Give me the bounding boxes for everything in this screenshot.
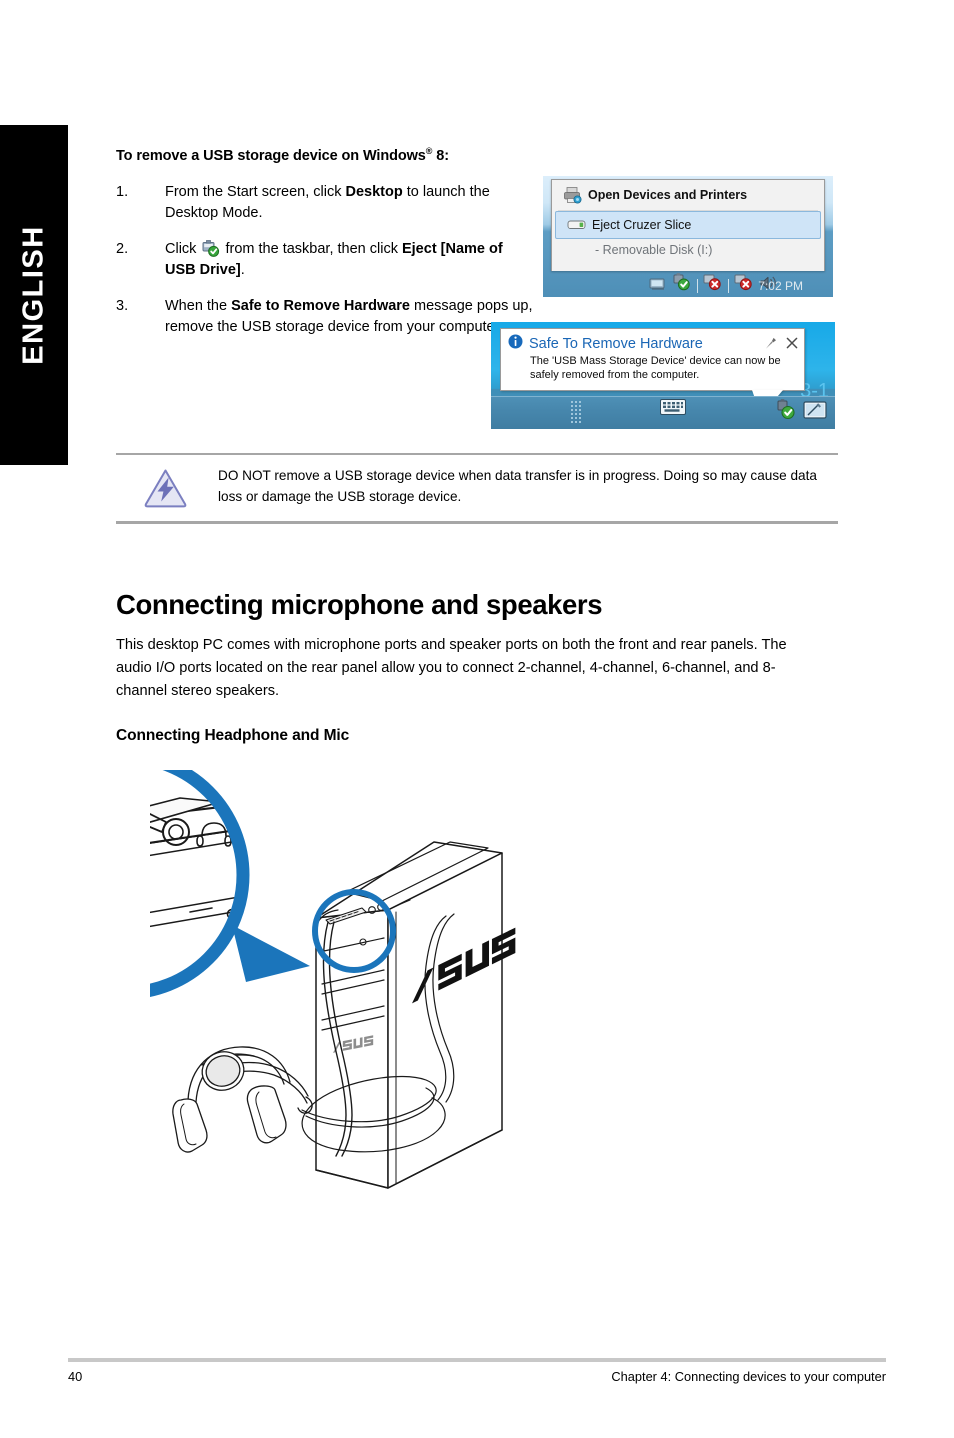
step-text-part: . xyxy=(240,262,245,278)
step-text: From the Start screen, click Desktop to … xyxy=(165,182,536,224)
menu-sub-item-removable-disk: - Removable Disk (I:) xyxy=(595,243,713,257)
page-number: 40 xyxy=(68,1369,83,1384)
note-bottom-rule xyxy=(116,521,838,524)
taskbar-grip-dots xyxy=(571,401,583,425)
step-text-part: from the taskbar, then click xyxy=(221,241,402,257)
step-text-bold: Desktop xyxy=(345,184,403,200)
balloon-action-buttons xyxy=(765,336,798,354)
footer-chapter-label: Chapter 4: Connecting devices to your co… xyxy=(611,1369,886,1384)
pin-icon[interactable] xyxy=(765,336,777,354)
note-text: DO NOT remove a USB storage device when … xyxy=(218,468,817,505)
tablet-pen-icon[interactable] xyxy=(803,400,827,425)
warning-note: DO NOT remove a USB storage device when … xyxy=(116,453,838,524)
notification-balloon: Safe To Remove Hardware The 'USB Mass St… xyxy=(500,328,805,391)
tray-context-menu: Open Devices and Printers Eject Cruzer S… xyxy=(551,179,825,271)
step-text-bold: Safe to Remove Hardware xyxy=(231,298,410,314)
step-text-part: From the Start screen, click xyxy=(165,184,346,200)
usb-eject-icon[interactable] xyxy=(672,273,692,296)
taskbar-separator xyxy=(728,279,729,293)
screenshot-tray-menu: Open Devices and Printers Eject Cruzer S… xyxy=(543,176,833,297)
menu-item-open-devices-and-printers[interactable]: Open Devices and Printers xyxy=(552,180,824,210)
step-text-part: Click xyxy=(165,241,201,257)
step-text-part: When the xyxy=(165,298,232,314)
language-tab-english: ENGLISH xyxy=(0,125,68,465)
warning-lightning-icon xyxy=(116,465,216,509)
menu-item-label: Eject Cruzer Slice xyxy=(592,218,692,232)
step-number: 3. xyxy=(116,298,129,314)
section-subheading: Connecting Headphone and Mic xyxy=(116,727,350,744)
screenshot-safe-to-remove-balloon: 3-1 Safe To Remove Hardware The 'USB Mas… xyxy=(491,322,835,429)
procedure-step-list: 1. From the Start screen, click Desktop … xyxy=(116,182,536,353)
page-title: Connecting microphone and speakers xyxy=(116,589,603,620)
document-page: ENGLISH To remove a USB storage device o… xyxy=(0,0,954,1438)
removable-drive-icon xyxy=(562,219,592,231)
step-text: When the Safe to Remove Hardware message… xyxy=(165,296,536,338)
taskbar-separator xyxy=(697,279,698,293)
procedure-heading-prefix: To remove a USB storage device on Window… xyxy=(116,147,426,164)
taskbar-clock: 7:02 PM xyxy=(758,279,803,293)
language-tab-label: ENGLISH xyxy=(17,225,50,365)
list-item: 1. From the Start screen, click Desktop … xyxy=(116,182,536,224)
step-number: 1. xyxy=(116,184,129,200)
usb-safely-remove-icon[interactable] xyxy=(775,398,797,425)
body-paragraph: This desktop PC comes with microphone po… xyxy=(116,637,787,699)
step-text: Click from the taskbar, then click Eject… xyxy=(165,239,536,281)
red-x-icon[interactable] xyxy=(734,273,754,296)
menu-item-label: Open Devices and Printers xyxy=(588,188,748,202)
taskbar-notification-icons xyxy=(775,398,827,425)
list-item: 3. When the Safe to Remove Hardware mess… xyxy=(116,296,536,338)
keyboard-icon[interactable] xyxy=(660,399,686,420)
usb-safely-remove-icon xyxy=(201,240,220,257)
list-item: 2. Click from the taskbar, then click Ej… xyxy=(116,239,536,281)
menu-item-eject-cruzer-slice[interactable]: Eject Cruzer Slice xyxy=(555,211,821,239)
balloon-title-row: Safe To Remove Hardware xyxy=(501,329,804,354)
step-number: 2. xyxy=(116,241,129,257)
network-icon[interactable] xyxy=(649,277,667,296)
figure-svg: TID SERIES xyxy=(0,750,516,1189)
procedure-heading: To remove a USB storage device on Window… xyxy=(116,146,449,164)
red-x-icon[interactable] xyxy=(703,273,723,296)
balloon-title: Safe To Remove Hardware xyxy=(529,336,703,352)
footer-rule xyxy=(68,1358,886,1362)
taskbar xyxy=(491,396,835,429)
printer-icon xyxy=(558,186,588,204)
balloon-body-text: The 'USB Mass Storage Device' device can… xyxy=(530,355,781,381)
headphone-and-mic-connection-illustration: TID SERIES xyxy=(0,750,870,1220)
taskbar: 7:02 PM xyxy=(543,271,833,297)
info-icon xyxy=(508,334,523,354)
procedure-heading-suffix: 8: xyxy=(432,147,449,164)
close-icon[interactable] xyxy=(786,336,798,354)
